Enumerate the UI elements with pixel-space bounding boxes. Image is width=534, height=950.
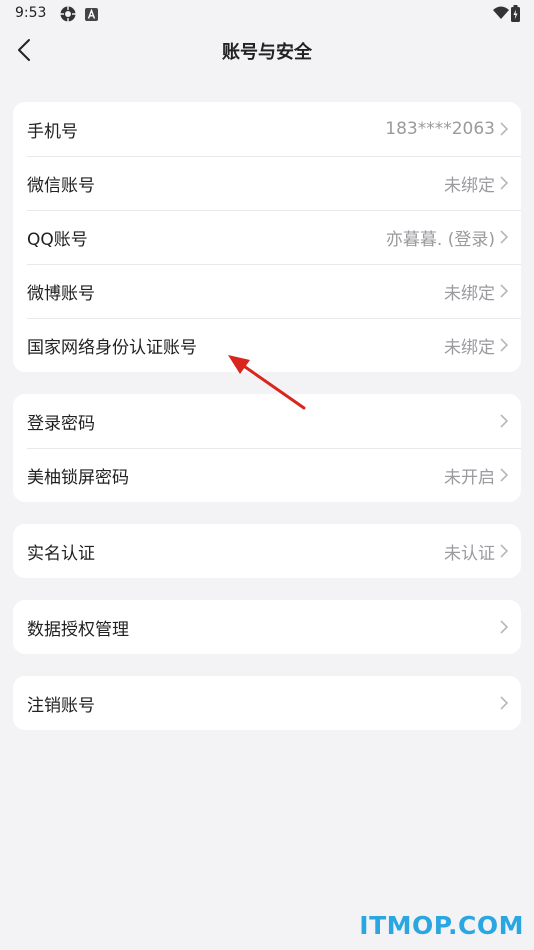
row-label: 实名认证 (27, 543, 95, 564)
row-label: 美柚锁屏密码 (27, 467, 129, 488)
a-badge-icon (85, 6, 98, 25)
chevron-right-icon (499, 695, 511, 711)
row-wechat[interactable]: 微信账号 未绑定 (13, 156, 521, 210)
row-label: QQ账号 (27, 229, 88, 250)
row-value: 183****2063 (385, 119, 495, 139)
chevron-right-icon (499, 619, 511, 635)
row-label: 微信账号 (27, 175, 95, 196)
row-delete-account[interactable]: 注销账号 (13, 676, 521, 730)
chevron-right-icon (499, 121, 511, 137)
wifi-icon (492, 5, 510, 25)
chevron-right-icon (499, 283, 511, 299)
chevron-right-icon (499, 337, 511, 353)
row-data-authorization[interactable]: 数据授权管理 (13, 600, 521, 654)
row-value: 亦暮暮. (登录) (385, 229, 495, 250)
row-value: 未绑定 (444, 337, 495, 358)
delete-account-card: 注销账号 (13, 676, 521, 730)
row-real-name-verification[interactable]: 实名认证 未认证 (13, 524, 521, 578)
red-arrow-icon (220, 350, 312, 418)
row-weibo[interactable]: 微博账号 未绑定 (13, 264, 521, 318)
page-title: 账号与安全 (222, 42, 312, 63)
nav-bar: 账号与安全 (0, 28, 534, 74)
chevron-right-icon (499, 229, 511, 245)
verification-card: 实名认证 未认证 (13, 524, 521, 578)
status-bar: 9:53 (0, 0, 534, 28)
row-value: 未认证 (444, 543, 495, 564)
row-label: 注销账号 (27, 695, 95, 716)
account-bindings-card: 手机号 183****2063 微信账号 未绑定 QQ账号 亦暮暮. (登录) … (13, 102, 521, 372)
row-value: 未绑定 (444, 175, 495, 196)
row-label: 手机号 (27, 121, 78, 142)
data-authorization-card: 数据授权管理 (13, 600, 521, 654)
gear-icon (59, 5, 77, 27)
row-label: 数据授权管理 (27, 619, 129, 640)
chevron-right-icon (499, 467, 511, 483)
row-value: 未绑定 (444, 283, 495, 304)
watermark: ITMOP.COM (359, 911, 524, 940)
status-time: 9:53 (15, 5, 47, 21)
chevron-right-icon (499, 543, 511, 559)
chevron-right-icon (499, 413, 511, 429)
battery-icon (511, 5, 520, 26)
row-lockscreen-password[interactable]: 美柚锁屏密码 未开启 (13, 448, 521, 502)
chevron-right-icon (499, 175, 511, 191)
row-qq[interactable]: QQ账号 亦暮暮. (登录) (13, 210, 521, 264)
row-label: 微博账号 (27, 283, 95, 304)
row-value: 未开启 (444, 467, 495, 488)
row-phone[interactable]: 手机号 183****2063 (13, 102, 521, 156)
